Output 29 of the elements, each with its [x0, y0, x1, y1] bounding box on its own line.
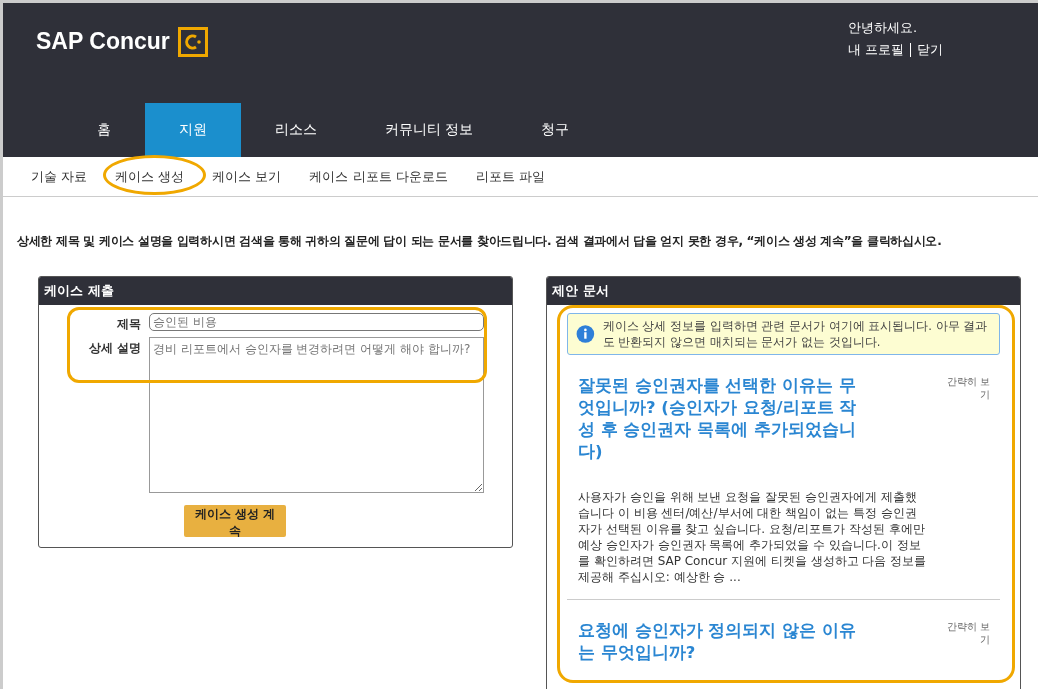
info-text: 케이스 상세 정보를 입력하면 관련 문서가 여기에 표시됩니다. 아무 결과도 반환되지 않으면 매치되는 문서가 없는 것입니다.	[602, 318, 989, 350]
preview-link[interactable]: 간략히 보기	[944, 375, 990, 585]
greeting-text: 안녕하세요.	[848, 19, 919, 37]
header-link[interactable]: 닫기	[917, 41, 944, 59]
subnav-link[interactable]: 케이스 리포트 다운로드	[295, 167, 462, 186]
header-link[interactable]: 내 프로필	[848, 41, 905, 59]
subject-field[interactable]: 승인된 비용	[149, 313, 484, 331]
intro-text: 상세한 제목 및 케이스 설명을 입력하시면 검색을 통해 귀하의 질문에 답이 되는 문서를 찾아드립니다. 검색 결과에서 답을 얻지 못한 경우, “케이스 생성 계속”을 클릭하십시오.	[17, 233, 943, 250]
nav-tab[interactable]: 지원	[145, 103, 241, 157]
nav-tab[interactable]: 커뮤니티 정보	[351, 103, 508, 157]
article-link[interactable]: 잘못된 승인권자를 선택한 이유는 무엇입니까? (승인자가 요청/리포트 작성 후 승인권자 목록에 추가되었습니다)	[578, 375, 868, 463]
description-field[interactable]: 경비 리포트에서 승인자를 변경하려면 어떻게 해야 합니까?	[149, 337, 484, 493]
logo-icon	[177, 26, 208, 57]
field-label: 제목	[116, 316, 141, 333]
panel-title: 케이스 제출	[39, 277, 512, 305]
subnav-link[interactable]: 리포트 파일	[461, 167, 559, 186]
continue-button[interactable]: 케이스 생성 계속	[184, 505, 286, 537]
preview-link[interactable]: 간략히 보기	[944, 620, 990, 664]
nav-tab[interactable]: 리소스	[241, 103, 351, 157]
article-link[interactable]: 요청에 승인자가 정의되지 않은 이유는 무엇입니까?	[578, 620, 868, 664]
subnav-link[interactable]: 기술 자료	[17, 167, 102, 186]
logo-text: SAP Concur	[36, 28, 170, 55]
article-summary: 사용자가 승인을 위해 보낸 요청을 잘못된 승인권자에게 제출했습니다 이 비용 센터/예산/부서에 대한 책임이 없는 특정 승인권자가 선택된 이유를 찾고 싶습니다. 요청/리포트가 작성된 후에만 예상 승인자가 승인권자 목록에 추가되었을 수 있습니다.이 정보를 확인하려면 SAP Concur 지원에 티켓을 생성하고 다음 정보를 제공해 주십시오: 예상한 승 ...	[578, 489, 928, 585]
nav-tab[interactable]: 청구	[507, 103, 604, 157]
field-label: 상세 설명	[87, 340, 141, 357]
panel-title: 제안 문서	[547, 277, 1020, 305]
subnav-link[interactable]: 케이스 보기	[198, 167, 296, 186]
nav-tab[interactable]: 홈	[63, 103, 145, 157]
subnav-link[interactable]: 케이스 생성	[101, 167, 199, 186]
